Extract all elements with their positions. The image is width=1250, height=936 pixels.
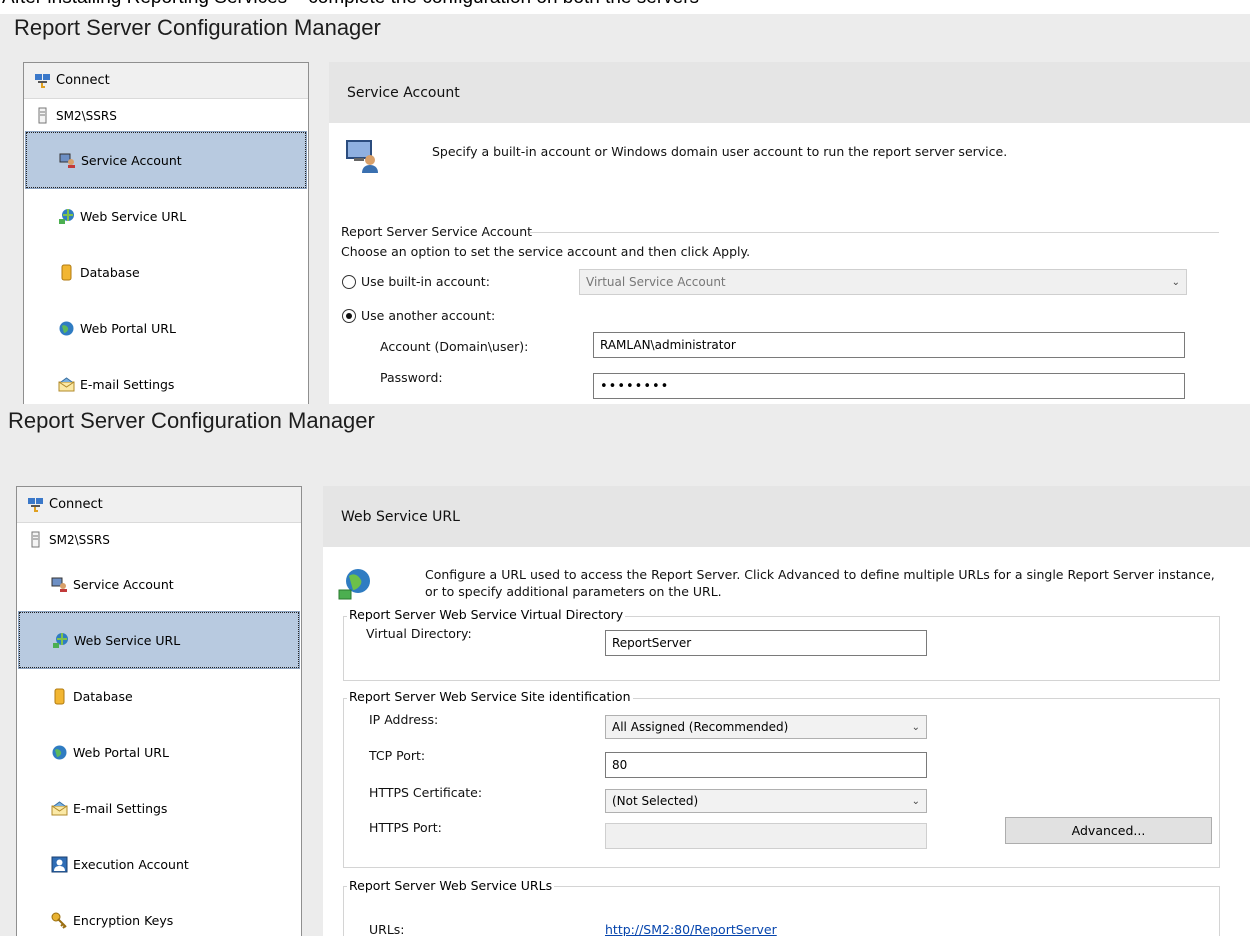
vdir-input[interactable]: ReportServer [605, 630, 927, 656]
globe-icon [52, 745, 67, 759]
email-icon [51, 800, 68, 815]
chevron-down-icon: ⌄ [1171, 276, 1180, 288]
web-service-icon [59, 208, 74, 224]
section-title: Service Account [329, 62, 1250, 123]
use-another-label: Use another account: [361, 308, 496, 323]
nav-item-service-account[interactable]: Service Account [25, 131, 307, 189]
screenshot-web-service-url: Report Server Configuration Manager Conn… [0, 404, 1250, 936]
nav-item-execution-account[interactable]: Execution Account [19, 836, 299, 892]
nav-item-web-portal-url[interactable]: Web Portal URL [19, 724, 299, 780]
nav-item-service-account[interactable]: Service Account [19, 556, 299, 612]
ip-address-select[interactable]: All Assigned (Recommended) ⌄ [605, 715, 927, 739]
nav-panel: Connect SM2\SSRS Service Account Web Ser… [23, 62, 309, 404]
nav-item-database[interactable]: Database [19, 668, 299, 724]
nav-item-encryption-keys[interactable]: Encryption Keys [19, 892, 299, 936]
server-node[interactable]: SM2\SSRS [24, 99, 308, 132]
urls-group-title: Report Server Web Service URLs [347, 878, 555, 893]
nav-item-email-settings[interactable]: E-mail Settings [19, 780, 299, 836]
urls-group [343, 886, 1220, 936]
connect-icon [35, 74, 50, 88]
nav-item-label: Execution Account [73, 856, 189, 872]
account-label: Account (Domain\user): [380, 339, 529, 354]
nav-item-label: E-mail Settings [80, 376, 175, 392]
https-port-label: HTTPS Port: [369, 820, 442, 835]
nav-item-label: Database [80, 264, 140, 280]
use-another-radio[interactable] [342, 309, 356, 323]
tcp-label: TCP Port: [369, 748, 426, 763]
email-icon [58, 376, 75, 391]
service-account-large-icon [346, 140, 378, 173]
server-label: SM2\SSRS [49, 532, 110, 547]
https-certificate-select[interactable]: (Not Selected) ⌄ [605, 789, 927, 813]
connect-label: Connect [56, 73, 110, 88]
vdir-label: Virtual Directory: [366, 626, 472, 641]
builtin-account-value: Virtual Service Account [586, 275, 726, 289]
ip-address-value: All Assigned (Recommended) [612, 720, 789, 734]
nav-item-web-portal-url[interactable]: Web Portal URL [26, 300, 306, 356]
database-icon [54, 688, 65, 704]
nav-item-label: Web Service URL [80, 208, 187, 224]
nav-item-web-service-url[interactable]: Web Service URL [18, 611, 300, 669]
ip-label: IP Address: [369, 712, 439, 727]
nav-item-label: E-mail Settings [73, 800, 168, 816]
connect-icon [28, 498, 43, 512]
content-panel: Web Service URL Configure a URL used to … [323, 486, 1250, 936]
web-service-large-icon [338, 569, 370, 600]
nav-item-email-settings[interactable]: E-mail Settings [26, 356, 306, 404]
web-service-icon [53, 632, 68, 648]
nav-item-label: Encryption Keys [73, 912, 174, 928]
vdir-group-title: Report Server Web Service Virtual Direct… [347, 607, 626, 622]
group-title: Report Server Service Account [341, 224, 533, 239]
https-certificate-value: (Not Selected) [612, 794, 699, 808]
builtin-account-select[interactable]: Virtual Service Account ⌄ [579, 269, 1187, 295]
key-icon [51, 912, 67, 929]
password-input[interactable]: •••••••• [593, 373, 1185, 399]
server-icon [38, 107, 47, 124]
content-panel: Service Account Specify a built-in accou… [329, 62, 1250, 404]
description: Configure a URL used to access the Repor… [425, 567, 1215, 599]
service-account-icon [51, 577, 67, 592]
chevron-down-icon: ⌄ [911, 795, 920, 807]
database-icon [61, 264, 72, 280]
instruction-text: Choose an option to set the service acco… [341, 244, 751, 259]
nav-item-label: Service Account [81, 152, 182, 168]
report-server-url-link[interactable]: http://SM2:80/ReportServer [605, 922, 777, 936]
connect-label: Connect [49, 497, 103, 512]
advanced-button[interactable]: Advanced... [1005, 817, 1212, 844]
screenshot-service-account: Report Server Configuration Manager Conn… [0, 14, 1250, 404]
server-label: SM2\SSRS [56, 108, 117, 123]
use-builtin-radio[interactable] [342, 275, 356, 289]
nav-item-web-service-url[interactable]: Web Service URL [26, 188, 306, 244]
use-builtin-label: Use built-in account: [361, 274, 490, 289]
account-input[interactable]: RAMLAN\administrator [593, 332, 1185, 358]
app-title: Report Server Configuration Manager [14, 15, 381, 40]
group-divider [529, 232, 1219, 233]
caption-text: After installing Reporting Services – co… [0, 0, 1250, 14]
nav-item-label: Web Portal URL [80, 320, 176, 336]
service-account-icon [59, 153, 75, 168]
nav-item-label: Service Account [73, 576, 174, 592]
nav-item-label: Web Portal URL [73, 744, 169, 760]
https-port-input [605, 823, 927, 849]
urls-label: URLs: [369, 922, 405, 936]
site-group-title: Report Server Web Service Site identific… [347, 689, 633, 704]
connect-button[interactable]: Connect [24, 63, 308, 99]
globe-icon [59, 321, 74, 335]
server-icon [31, 531, 40, 548]
chevron-down-icon: ⌄ [911, 721, 920, 733]
nav-item-label: Web Service URL [74, 632, 181, 648]
password-label: Password: [380, 370, 443, 385]
cert-label: HTTPS Certificate: [369, 785, 483, 800]
nav-item-label: Database [73, 688, 133, 704]
description: Specify a built-in account or Windows do… [432, 144, 1008, 159]
nav-panel: Connect SM2\SSRS Service Account Web Ser… [16, 486, 302, 936]
execution-account-icon [51, 856, 68, 872]
section-title: Web Service URL [323, 486, 1250, 547]
tcp-port-input[interactable]: 80 [605, 752, 927, 778]
connect-button[interactable]: Connect [17, 487, 301, 523]
nav-item-database[interactable]: Database [26, 244, 306, 300]
server-node[interactable]: SM2\SSRS [17, 523, 301, 556]
app-title: Report Server Configuration Manager [8, 408, 375, 433]
